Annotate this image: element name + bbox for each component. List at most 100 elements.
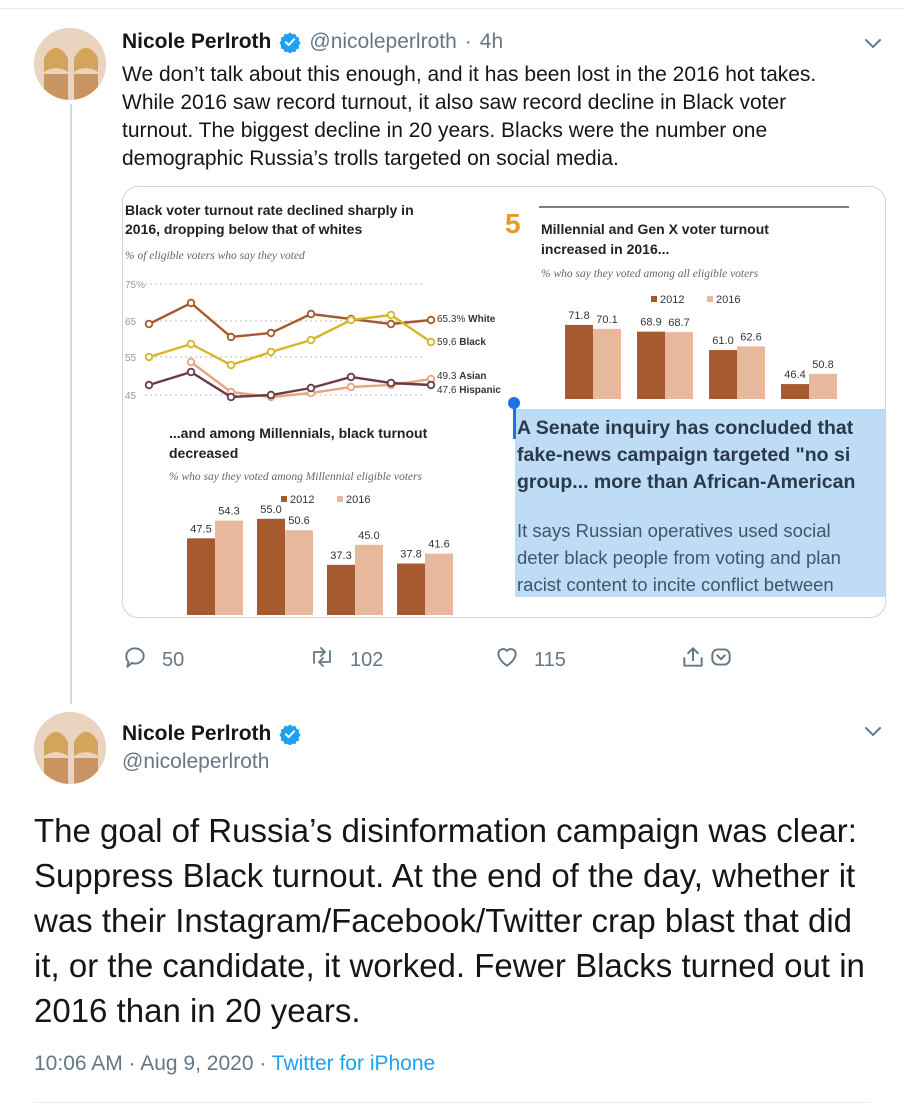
bar-value-label: 61.0	[712, 335, 733, 347]
legend-swatch-2016	[707, 296, 713, 302]
bar-value-label: 68.7	[668, 317, 689, 329]
genx-title-1: Millennial and Gen X voter turnout	[541, 221, 769, 237]
chevron-down-icon[interactable]	[860, 718, 886, 744]
article-body: It says Russian operatives used social d…	[517, 517, 885, 598]
tweet1-header: Nicole Perlroth @nicoleperlroth · 4h	[122, 30, 503, 54]
chevron-down-icon[interactable]	[860, 30, 886, 56]
bar-2012	[709, 350, 737, 399]
like-count: 115	[534, 648, 566, 671]
like-icon	[494, 644, 520, 676]
tweet-time[interactable]: 4h	[480, 30, 503, 54]
millennial-title-2: decreased	[169, 445, 238, 461]
series-point	[186, 357, 196, 367]
author-handle[interactable]: @nicoleperlroth	[309, 30, 456, 54]
dm-share-icon	[708, 644, 734, 675]
bar-2016	[593, 328, 621, 399]
author-handle[interactable]: @nicoleperlroth	[122, 750, 269, 774]
line-chart-title-2: 2016, dropping below that of whites	[125, 221, 362, 237]
series-point	[306, 383, 316, 393]
article-headline-line: group... more than African-American	[517, 471, 856, 493]
bar-2012	[397, 563, 425, 615]
series-point	[306, 309, 316, 319]
share-button[interactable]	[680, 644, 734, 675]
line-chart-subtitle: % of eligible voters who say they voted	[125, 250, 305, 262]
bar-2012	[187, 538, 215, 615]
retweet-button[interactable]: 102	[308, 644, 383, 676]
legend-swatch-2016	[337, 496, 343, 502]
tweet-media[interactable]: Black voter turnout rate declined sharpl…	[122, 186, 886, 618]
bar-value-label: 46.4	[784, 369, 805, 381]
y-tick-label: 65	[125, 317, 137, 328]
bottom-divider	[34, 1102, 870, 1103]
series-point	[226, 332, 236, 342]
line-chart-title-1: Black voter turnout rate declined sharpl…	[125, 202, 414, 218]
millennial-bars: 47.5 54.3 55.0 50.6 37.3 45.0 37.8 41.6	[187, 504, 453, 615]
legend-label: 2012	[290, 494, 314, 506]
verified-badge-icon	[279, 31, 302, 54]
millennial-legend: 2012 2016	[281, 494, 370, 506]
y-tick-label: 75%	[125, 280, 145, 291]
avatar[interactable]	[34, 712, 106, 784]
legend-label: 2016	[346, 494, 370, 506]
tweet-timestamp[interactable]: 10:06 AM · Aug 9, 2020 ·	[34, 1052, 266, 1075]
bar-2016	[809, 373, 837, 399]
selection-handle-knob[interactable]	[508, 397, 520, 409]
series-point	[386, 310, 396, 320]
series-point	[186, 298, 196, 308]
bar-value-label: 41.6	[428, 539, 449, 551]
top-divider	[0, 8, 904, 9]
series-point	[144, 352, 154, 362]
reply-icon	[122, 644, 148, 676]
author-name[interactable]: Nicole Perlroth	[122, 30, 271, 54]
genx-legend: 2012 2016	[651, 294, 740, 306]
tweet-source-link[interactable]: Twitter for iPhone	[272, 1052, 435, 1075]
series-end-label: 65.3% White	[437, 314, 496, 325]
series-end-label: 59.6 Black	[437, 337, 486, 348]
bar-value-label: 55.0	[260, 504, 281, 516]
bar-value-label: 54.3	[218, 506, 239, 518]
bar-2016	[737, 346, 765, 399]
series-point	[144, 319, 154, 329]
like-button[interactable]: 115	[494, 644, 566, 676]
bar-value-label: 37.8	[400, 549, 421, 561]
reply-count: 50	[162, 648, 185, 671]
avatar[interactable]	[34, 28, 106, 100]
series-point	[426, 315, 436, 325]
line-chart-grid: 75% 65 55 45	[125, 280, 423, 402]
tweet2-text: The goal of Russia’s disinformation camp…	[34, 812, 865, 1029]
y-tick-label: 45	[125, 391, 137, 402]
legend-swatch-2012	[281, 496, 287, 502]
legend-swatch-2012	[651, 296, 657, 302]
bar-value-label: 70.1	[596, 314, 617, 326]
series-point	[426, 337, 436, 347]
series-point	[266, 328, 276, 338]
series-point	[226, 392, 236, 402]
series-point	[144, 380, 154, 390]
retweet-count: 102	[350, 648, 384, 671]
bar-value-label: 37.3	[330, 550, 351, 562]
bar-value-label: 45.0	[358, 530, 379, 542]
y-tick-label: 55	[125, 353, 137, 364]
bar-2012	[637, 331, 665, 399]
article-body-line: racist content to incite conflict betwee…	[517, 574, 834, 595]
series-point	[186, 367, 196, 377]
genx-subtitle: % who say they voted among all eligible …	[541, 268, 759, 280]
bar-value-label: 62.6	[740, 331, 761, 343]
series-end-label: 49.3 Asian	[437, 371, 486, 382]
series-point	[426, 380, 436, 390]
author-name[interactable]: Nicole Perlroth	[122, 722, 271, 746]
millennial-title-1: ...and among Millennials, black turnout	[169, 425, 428, 441]
line-chart-labels: 65.3% White 59.6 Black 49.3 Asian 47.6 Hisp…	[437, 314, 501, 396]
bar-2012	[565, 324, 593, 399]
series-end-label: 47.6 Hispanic	[437, 385, 501, 396]
share-icon	[680, 644, 706, 675]
tweet1-text: We don’t talk about this enough, and it …	[122, 63, 817, 170]
series-point	[386, 378, 396, 388]
series-point	[306, 335, 316, 345]
line-chart-series	[144, 298, 436, 402]
bar-value-label: 47.5	[190, 523, 211, 535]
reply-button[interactable]: 50	[122, 644, 184, 676]
series-point	[346, 315, 356, 325]
series-point	[266, 347, 276, 357]
article-headline-line: A Senate inquiry has concluded that	[517, 417, 854, 439]
